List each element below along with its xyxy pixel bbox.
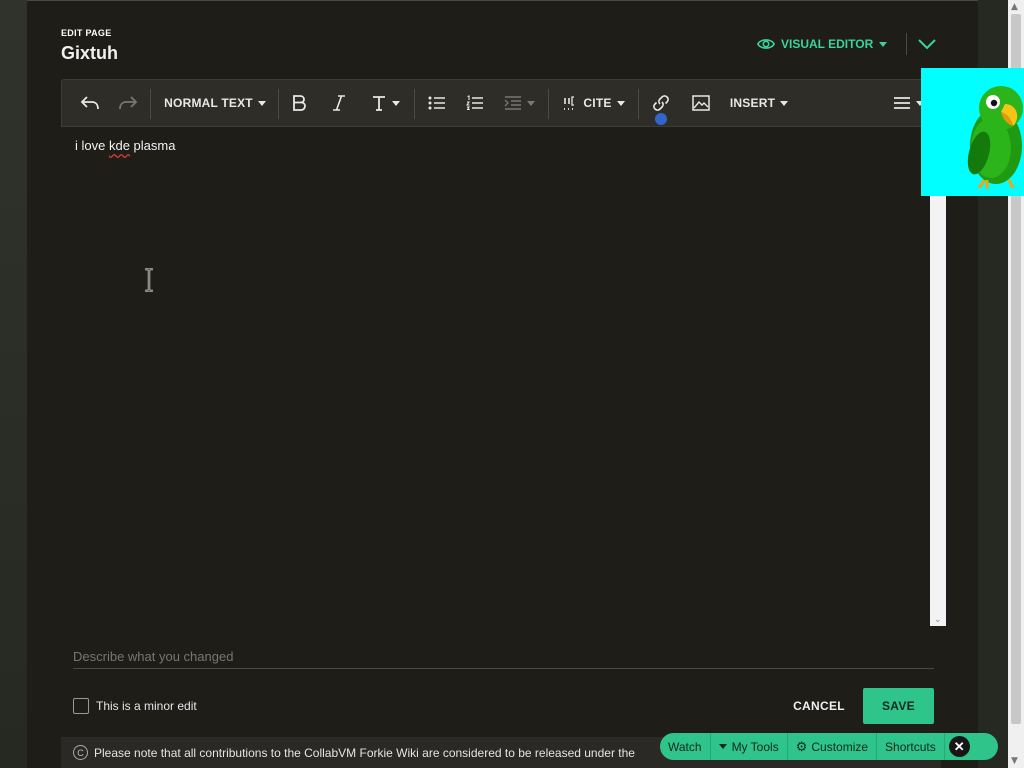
redo-button[interactable] bbox=[112, 80, 144, 126]
cite-label: CITE bbox=[583, 96, 612, 110]
chevron-down-icon bbox=[718, 744, 727, 749]
text-style-dropdown[interactable] bbox=[364, 80, 406, 126]
numbered-list-icon bbox=[466, 95, 483, 111]
insert-label: INSERT bbox=[729, 96, 776, 110]
scroll-up-arrow-icon[interactable]: ▲ bbox=[1011, 2, 1018, 12]
collapse-button[interactable] bbox=[917, 35, 937, 53]
text-cursor-icon bbox=[145, 268, 153, 292]
editor-surface[interactable]: i love kde plasma bbox=[61, 127, 957, 627]
copyleft-icon: C bbox=[73, 745, 88, 760]
gear-icon: ⚙ bbox=[795, 738, 808, 754]
eye-icon bbox=[757, 39, 775, 49]
shortcuts-label: Shortcuts bbox=[885, 739, 936, 754]
minor-edit-label[interactable]: This is a minor edit bbox=[96, 699, 197, 713]
link-icon bbox=[653, 95, 669, 111]
numbered-list-button[interactable] bbox=[460, 80, 490, 126]
bold-button[interactable] bbox=[284, 80, 314, 126]
bullet-list-button[interactable] bbox=[422, 80, 452, 126]
editor-mode-label: VISUAL EDITOR bbox=[781, 37, 874, 51]
editor-text-segment: plasma bbox=[129, 138, 176, 153]
indent-icon bbox=[504, 96, 521, 110]
chevron-down-icon bbox=[391, 100, 400, 106]
cite-dropdown[interactable]: CITE bbox=[558, 80, 630, 126]
toolbar-separator bbox=[414, 89, 415, 119]
my-tools-label: My Tools bbox=[731, 739, 779, 754]
customize-label: Customize bbox=[811, 739, 869, 754]
editor-text-segment: i love bbox=[75, 138, 109, 153]
parrot-icon bbox=[967, 86, 1023, 189]
chevron-down-icon bbox=[526, 100, 535, 106]
my-tools-dropdown[interactable]: My Tools bbox=[711, 733, 788, 760]
edit-summary-input[interactable] bbox=[73, 644, 934, 668]
bold-icon bbox=[293, 95, 306, 111]
italic-icon bbox=[333, 95, 345, 111]
toolbar-separator bbox=[548, 89, 549, 119]
parrot-overlay bbox=[921, 68, 1024, 196]
chevron-down-icon bbox=[918, 39, 936, 50]
toolbar-separator bbox=[638, 89, 639, 119]
undo-button[interactable] bbox=[74, 80, 106, 126]
paragraph-format-dropdown[interactable]: NORMAL TEXT bbox=[160, 80, 270, 126]
page-title: Gixtuh bbox=[61, 43, 118, 63]
close-icon[interactable]: ✕ bbox=[948, 736, 970, 757]
link-badge-dot bbox=[655, 113, 667, 125]
chevron-down-icon bbox=[780, 100, 789, 106]
bullet-list-icon bbox=[428, 96, 445, 110]
watch-label: Watch bbox=[668, 739, 702, 754]
toolbar-separator bbox=[278, 89, 279, 119]
chevron-down-icon bbox=[616, 100, 625, 106]
save-button[interactable]: SAVE bbox=[863, 688, 934, 724]
edit-summary-field[interactable] bbox=[73, 644, 934, 669]
minor-edit-option[interactable]: This is a minor edit bbox=[73, 698, 197, 714]
misspelled-word[interactable]: kde bbox=[109, 138, 130, 153]
license-notice-text: Please note that all contributions to th… bbox=[94, 745, 635, 760]
image-icon bbox=[692, 95, 710, 111]
chevron-down-icon bbox=[257, 100, 266, 106]
shortcuts-button[interactable]: Shortcuts bbox=[877, 733, 945, 760]
editor-toolbar: NORMAL TEXT CITE INSERT bbox=[61, 79, 951, 127]
quote-icon bbox=[564, 96, 575, 110]
edit-page-label: EDIT PAGE bbox=[61, 28, 112, 38]
minor-edit-checkbox[interactable] bbox=[73, 698, 89, 714]
indent-dropdown[interactable] bbox=[498, 80, 540, 126]
italic-button[interactable] bbox=[324, 80, 354, 126]
editor-mode-switch[interactable]: VISUAL EDITOR bbox=[757, 35, 888, 53]
chevron-down-icon bbox=[879, 41, 888, 47]
hamburger-menu-icon bbox=[893, 97, 910, 109]
toolbar-separator bbox=[150, 89, 151, 119]
text-style-icon bbox=[372, 96, 385, 111]
scroll-down-arrow-icon[interactable]: ▼ bbox=[1011, 756, 1018, 766]
background-left bbox=[0, 0, 27, 768]
image-button[interactable] bbox=[686, 80, 716, 126]
editor-scrollbar[interactable]: ⌄ bbox=[930, 195, 946, 626]
insert-dropdown[interactable]: INSERT bbox=[726, 80, 792, 126]
floating-toolbar: Watch My Tools ⚙ Customize Shortcuts ✕ bbox=[660, 733, 998, 760]
scroll-down-arrow-icon[interactable]: ⌄ bbox=[934, 615, 942, 625]
redo-icon bbox=[119, 96, 138, 110]
cancel-button[interactable]: CANCEL bbox=[784, 690, 854, 722]
watch-button[interactable]: Watch bbox=[660, 733, 711, 760]
header-divider bbox=[906, 33, 907, 55]
paragraph-format-label: NORMAL TEXT bbox=[164, 96, 253, 110]
undo-icon bbox=[80, 96, 99, 110]
editor-content[interactable]: i love kde plasma bbox=[75, 138, 175, 153]
customize-button[interactable]: ⚙ Customize bbox=[788, 733, 878, 760]
